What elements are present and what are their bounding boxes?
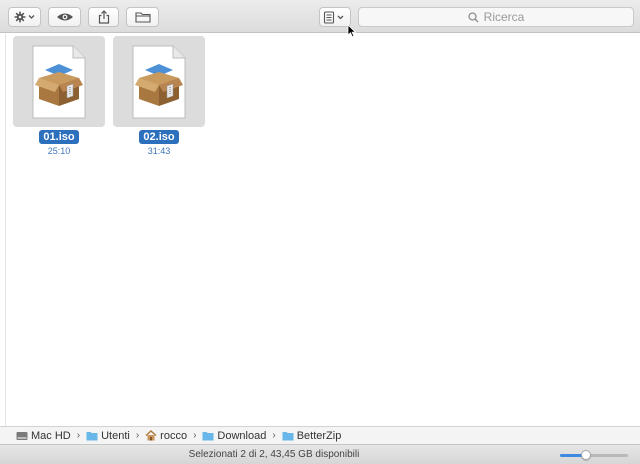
chevron-down-icon — [337, 15, 344, 19]
path-item-label: BetterZip — [296, 429, 342, 442]
search-field[interactable]: Ricerca — [358, 7, 634, 27]
search-icon — [468, 11, 479, 22]
status-text: Selezionati 2 di 2, 43,45 GB disponibili — [188, 449, 360, 460]
file-name[interactable]: 02.iso — [139, 130, 179, 144]
slider-knob[interactable] — [580, 450, 591, 460]
path-item-rocco[interactable]: rocco — [145, 430, 187, 442]
path-item-utenti[interactable]: Utenti — [86, 430, 130, 442]
file-thumbnail — [113, 36, 205, 127]
file-name[interactable]: 01.iso — [39, 130, 79, 144]
icon-size-slider[interactable] — [560, 450, 628, 460]
home-icon — [145, 430, 157, 441]
toolbar: Ricerca — [0, 0, 640, 33]
path-item-download[interactable]: Download — [202, 430, 266, 442]
chevron-down-icon — [28, 15, 34, 19]
action-menu-button[interactable] — [8, 7, 41, 27]
folder-icon — [86, 431, 98, 440]
folder-icon — [134, 12, 151, 23]
path-separator-icon: › — [272, 430, 276, 441]
path-item-label: Download — [217, 429, 267, 442]
folder-icon — [282, 431, 294, 440]
status-bar: Selezionati 2 di 2, 43,45 GB disponibili — [0, 444, 640, 464]
file-duration: 25:10 — [47, 146, 71, 156]
new-folder-button[interactable] — [126, 7, 159, 27]
file-duration: 31:43 — [147, 146, 171, 156]
path-item-label: Mac HD — [31, 429, 71, 442]
file-item-01[interactable]: 01.iso 25:10 — [13, 36, 105, 157]
file-grid[interactable]: 01.iso 25:10 02.iso 31:43 — [6, 34, 640, 426]
share-icon — [98, 10, 109, 24]
path-item-label: rocco — [160, 429, 188, 442]
share-button[interactable] — [88, 7, 119, 27]
path-separator-icon: › — [193, 430, 197, 441]
folder-icon — [202, 431, 214, 440]
group-icon — [323, 10, 344, 24]
path-item-label: Utenti — [101, 429, 130, 442]
disk-icon — [16, 431, 28, 440]
path-bar: Mac HD › Utenti › rocco › Download › Bet… — [0, 426, 640, 444]
file-item-02[interactable]: 02.iso 31:43 — [113, 36, 205, 157]
archive-box-icon — [32, 45, 86, 118]
path-item-mac-hd[interactable]: Mac HD — [16, 430, 71, 442]
path-item-betterzip[interactable]: BetterZip — [282, 429, 342, 442]
search-placeholder: Ricerca — [483, 10, 525, 24]
file-thumbnail — [13, 36, 105, 127]
archive-box-icon — [132, 45, 186, 118]
path-separator-icon: › — [135, 430, 140, 441]
eye-icon — [56, 13, 73, 21]
mouse-cursor-icon — [347, 24, 357, 38]
quick-look-button[interactable] — [48, 7, 81, 27]
gear-icon — [14, 11, 34, 23]
path-separator-icon: › — [76, 430, 81, 441]
